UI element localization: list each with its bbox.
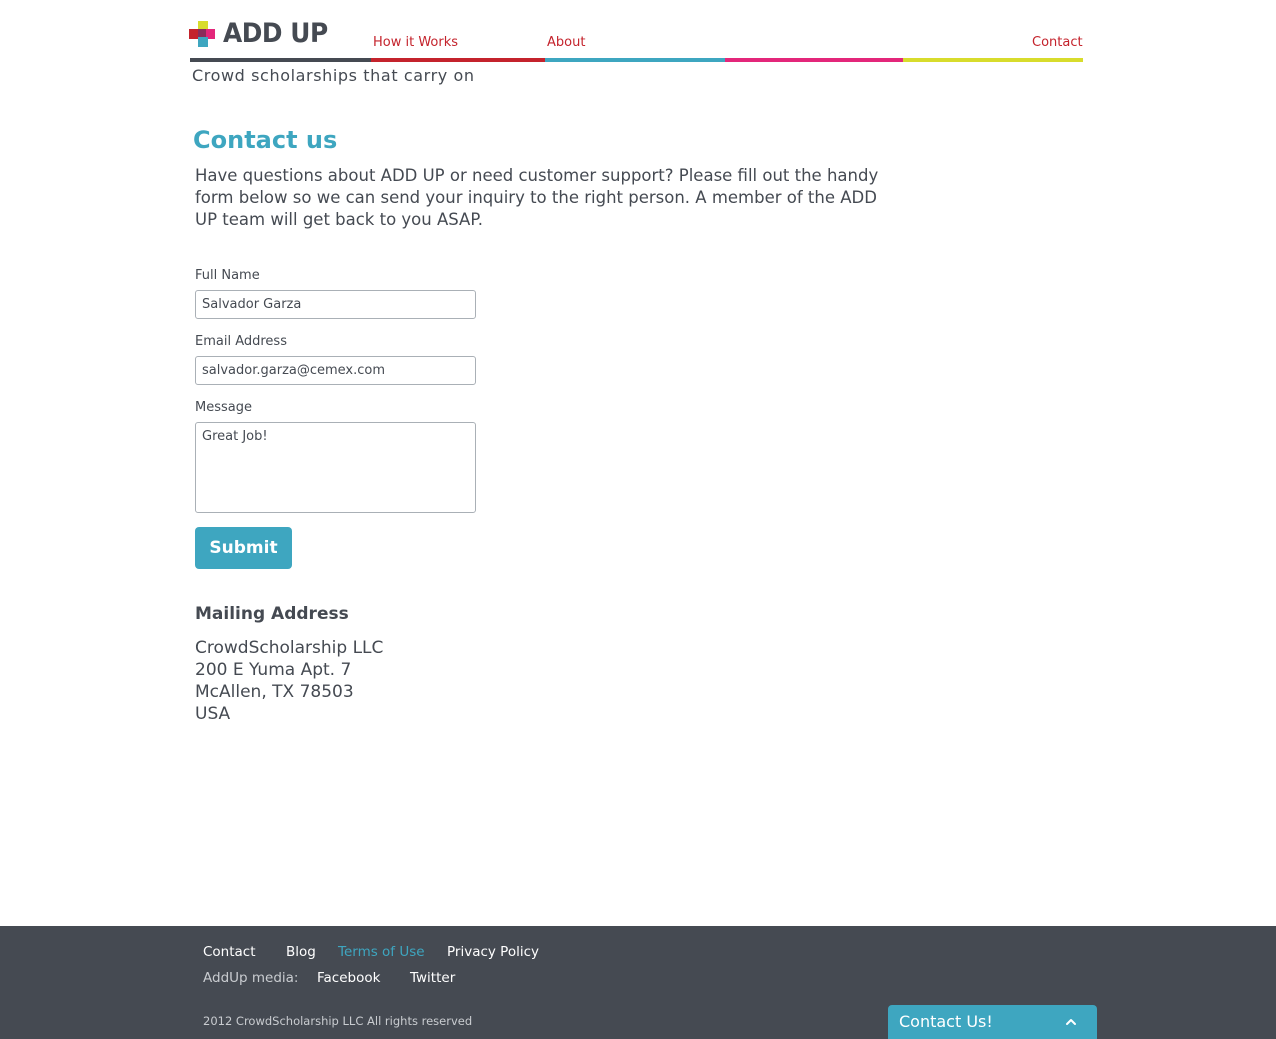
footer-terms-link[interactable]: Terms of Use <box>338 944 425 960</box>
nav-bar-pink <box>725 58 903 62</box>
logo-square-center <box>198 29 206 37</box>
message-label: Message <box>195 400 252 415</box>
twitter-link[interactable]: Twitter <box>410 970 455 986</box>
full-name-label: Full Name <box>195 268 260 283</box>
nav-bar-teal <box>545 58 725 62</box>
nav-how-it-works[interactable]: How it Works <box>373 35 458 50</box>
copyright: 2012 CrowdScholarship LLC All rights res… <box>203 1014 473 1028</box>
media-label: AddUp media: <box>203 970 299 986</box>
address-line: 200 E Yuma Apt. 7 <box>195 660 352 680</box>
email-input[interactable] <box>195 356 476 385</box>
nav-bar-yellow <box>903 58 1083 62</box>
mailing-address-heading: Mailing Address <box>195 604 349 624</box>
logo-square-teal <box>198 37 208 47</box>
address-line: CrowdScholarship LLC <box>195 638 384 658</box>
email-label: Email Address <box>195 334 287 349</box>
nav-color-bars <box>190 58 1083 62</box>
footer-privacy-link[interactable]: Privacy Policy <box>447 944 539 960</box>
intro-text: Have questions about ADD UP or need cust… <box>195 166 879 229</box>
chevron-up-icon[interactable] <box>1064 1015 1078 1029</box>
mailing-address: CrowdScholarship LLC 200 E Yuma Apt. 7 M… <box>195 637 383 725</box>
message-textarea[interactable]: Great Job! <box>195 422 476 513</box>
submit-button[interactable]: Submit <box>195 527 292 569</box>
footer-contact-link[interactable]: Contact <box>203 944 256 960</box>
full-name-input[interactable] <box>195 290 476 319</box>
page-title: Contact us <box>193 126 338 154</box>
address-line: USA <box>195 704 231 724</box>
nav-bar-red <box>371 58 545 62</box>
contact-us-widget[interactable]: Contact Us! <box>888 1005 1097 1039</box>
address-line: McAllen, TX 78503 <box>195 682 354 702</box>
logo[interactable]: ADD UP <box>189 18 328 49</box>
nav-about[interactable]: About <box>547 35 585 50</box>
footer-blog-link[interactable]: Blog <box>286 944 316 960</box>
nav-contact[interactable]: Contact <box>1032 35 1083 50</box>
logo-text: ADD UP <box>223 18 328 49</box>
facebook-link[interactable]: Facebook <box>317 970 380 986</box>
contact-us-widget-label: Contact Us! <box>899 1012 993 1031</box>
nav-bar-dark <box>190 58 371 62</box>
tagline: Crowd scholarships that carry on <box>192 66 475 85</box>
